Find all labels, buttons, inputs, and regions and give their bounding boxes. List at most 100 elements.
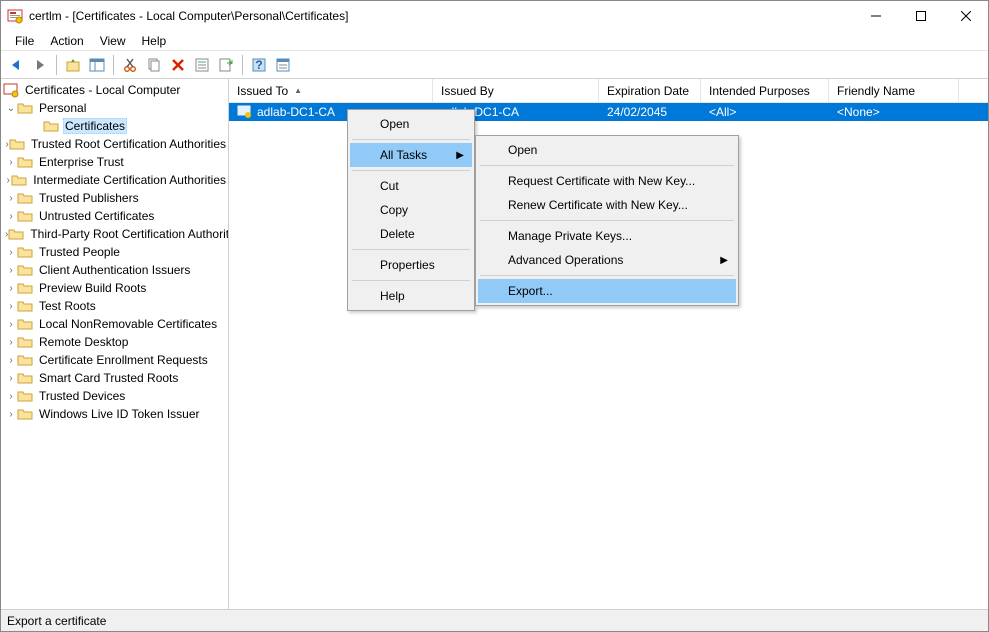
- tree-item[interactable]: › Remote Desktop: [1, 333, 228, 351]
- caret-right-icon[interactable]: ›: [5, 409, 17, 420]
- menu-divider: [352, 170, 470, 171]
- tree-item-label: Windows Live ID Token Issuer: [37, 407, 202, 421]
- ctx-cut[interactable]: Cut: [350, 174, 472, 198]
- tree-item[interactable]: ›Third-Party Root Certification Authorit…: [1, 225, 228, 243]
- ctx2-open[interactable]: Open: [478, 138, 736, 162]
- ctx2-renew-new-key[interactable]: Renew Certificate with New Key...: [478, 193, 736, 217]
- tree-item[interactable]: ›Smart Card Trusted Roots: [1, 369, 228, 387]
- tree-item-label: Trusted Publishers: [37, 191, 141, 205]
- folder-icon: [17, 244, 33, 260]
- menu-help[interactable]: Help: [134, 32, 175, 50]
- ctx-all-tasks[interactable]: All Tasks▶: [350, 143, 472, 167]
- tree-root[interactable]: Certificates - Local Computer: [1, 81, 228, 99]
- ctx2-manage-keys[interactable]: Manage Private Keys...: [478, 224, 736, 248]
- cut-button[interactable]: [119, 54, 141, 76]
- titlebar: certlm - [Certificates - Local Computer\…: [1, 1, 988, 31]
- tree-item[interactable]: ›Trusted Root Certification Authorities: [1, 135, 228, 153]
- tree-pane[interactable]: Certificates - Local Computer ⌄ Personal…: [1, 79, 229, 609]
- caret-right-icon[interactable]: ›: [5, 283, 17, 294]
- folder-icon: [17, 154, 33, 170]
- menu-view[interactable]: View: [92, 32, 134, 50]
- tree-personal-certificates[interactable]: Certificates: [1, 117, 228, 135]
- folder-icon: [8, 226, 24, 242]
- tree-item[interactable]: › Windows Live ID Token Issuer: [1, 405, 228, 423]
- caret-right-icon[interactable]: ›: [5, 157, 17, 168]
- tree-item[interactable]: ›Test Roots: [1, 297, 228, 315]
- folder-icon: [17, 316, 33, 332]
- menu-file[interactable]: File: [7, 32, 42, 50]
- col-issued-by[interactable]: Issued By: [433, 79, 599, 102]
- caret-right-icon[interactable]: ›: [5, 211, 17, 222]
- back-button[interactable]: [5, 54, 27, 76]
- menu-action[interactable]: Action: [42, 32, 91, 50]
- col-expiration[interactable]: Expiration Date: [599, 79, 701, 102]
- col-friendly[interactable]: Friendly Name: [829, 79, 959, 102]
- chevron-right-icon: ▶: [456, 150, 464, 161]
- folder-icon: [17, 280, 33, 296]
- folder-icon: [9, 136, 25, 152]
- forward-button[interactable]: [29, 54, 51, 76]
- caret-right-icon[interactable]: ›: [5, 265, 17, 276]
- export-list-button[interactable]: [215, 54, 237, 76]
- caret-right-icon[interactable]: ›: [5, 193, 17, 204]
- window-title: certlm - [Certificates - Local Computer\…: [29, 9, 853, 23]
- up-button[interactable]: [62, 54, 84, 76]
- tree-item[interactable]: ›Preview Build Roots: [1, 279, 228, 297]
- tree-item[interactable]: ›Local NonRemovable Certificates: [1, 315, 228, 333]
- caret-right-icon[interactable]: ›: [5, 247, 17, 258]
- ctx2-advanced-ops[interactable]: Advanced Operations▶: [478, 248, 736, 272]
- menu-divider: [352, 249, 470, 250]
- list-row[interactable]: adlab-DC1-CA adlab-DC1-CA 24/02/2045 <Al…: [229, 103, 988, 121]
- caret-right-icon[interactable]: ›: [5, 355, 17, 366]
- caret-right-icon[interactable]: ›: [5, 337, 17, 348]
- caret-down-icon[interactable]: ⌄: [5, 103, 17, 114]
- folder-icon: [17, 370, 33, 386]
- show-hide-tree-button[interactable]: [86, 54, 108, 76]
- col-issued-to[interactable]: Issued To▲: [229, 79, 433, 102]
- tree-item[interactable]: ›Enterprise Trust: [1, 153, 228, 171]
- maximize-button[interactable]: [898, 1, 943, 31]
- ctx-delete[interactable]: Delete: [350, 222, 472, 246]
- menu-divider: [352, 139, 470, 140]
- tree-item[interactable]: ›Client Authentication Issuers: [1, 261, 228, 279]
- copy-button[interactable]: [143, 54, 165, 76]
- tree-personal-label: Personal: [37, 101, 88, 115]
- ctx-open[interactable]: Open: [350, 112, 472, 136]
- caret-right-icon[interactable]: ›: [5, 391, 17, 402]
- options-button[interactable]: [272, 54, 294, 76]
- statusbar: Export a certificate: [1, 609, 988, 631]
- folder-icon: [17, 100, 33, 116]
- caret-right-icon[interactable]: ›: [5, 373, 17, 384]
- ctx-properties[interactable]: Properties: [350, 253, 472, 277]
- tree-item[interactable]: ›Certificate Enrollment Requests: [1, 351, 228, 369]
- tree-item[interactable]: › Trusted Publishers: [1, 189, 228, 207]
- tree-item[interactable]: ›Intermediate Certification Authorities: [1, 171, 228, 189]
- cell-purposes: <All>: [701, 105, 829, 119]
- tree-item-label: Untrusted Certificates: [37, 209, 156, 223]
- tree-item-label: Remote Desktop: [37, 335, 130, 349]
- close-button[interactable]: [943, 1, 988, 31]
- col-purposes[interactable]: Intended Purposes: [701, 79, 829, 102]
- properties-button[interactable]: [191, 54, 213, 76]
- tree-root-label: Certificates - Local Computer: [23, 83, 182, 97]
- tree-item[interactable]: › Untrusted Certificates: [1, 207, 228, 225]
- ctx-copy[interactable]: Copy: [350, 198, 472, 222]
- minimize-button[interactable]: [853, 1, 898, 31]
- folder-icon: [17, 208, 33, 224]
- tree-item[interactable]: › Trusted People: [1, 243, 228, 261]
- help-button[interactable]: ?: [248, 54, 270, 76]
- delete-button[interactable]: [167, 54, 189, 76]
- svg-text:?: ?: [255, 58, 262, 72]
- tree-item-label: Trusted People: [37, 245, 122, 259]
- folder-icon: [43, 118, 59, 134]
- ctx-help[interactable]: Help: [350, 284, 472, 308]
- list-pane[interactable]: Issued To▲ Issued By Expiration Date Int…: [229, 79, 988, 609]
- ctx2-request-new-key[interactable]: Request Certificate with New Key...: [478, 169, 736, 193]
- tree-item[interactable]: ›Trusted Devices: [1, 387, 228, 405]
- sort-asc-icon: ▲: [294, 86, 302, 95]
- tree-personal[interactable]: ⌄ Personal: [1, 99, 228, 117]
- caret-right-icon[interactable]: ›: [5, 301, 17, 312]
- ctx2-export[interactable]: Export...: [478, 279, 736, 303]
- caret-right-icon[interactable]: ›: [5, 319, 17, 330]
- menu-divider: [352, 280, 470, 281]
